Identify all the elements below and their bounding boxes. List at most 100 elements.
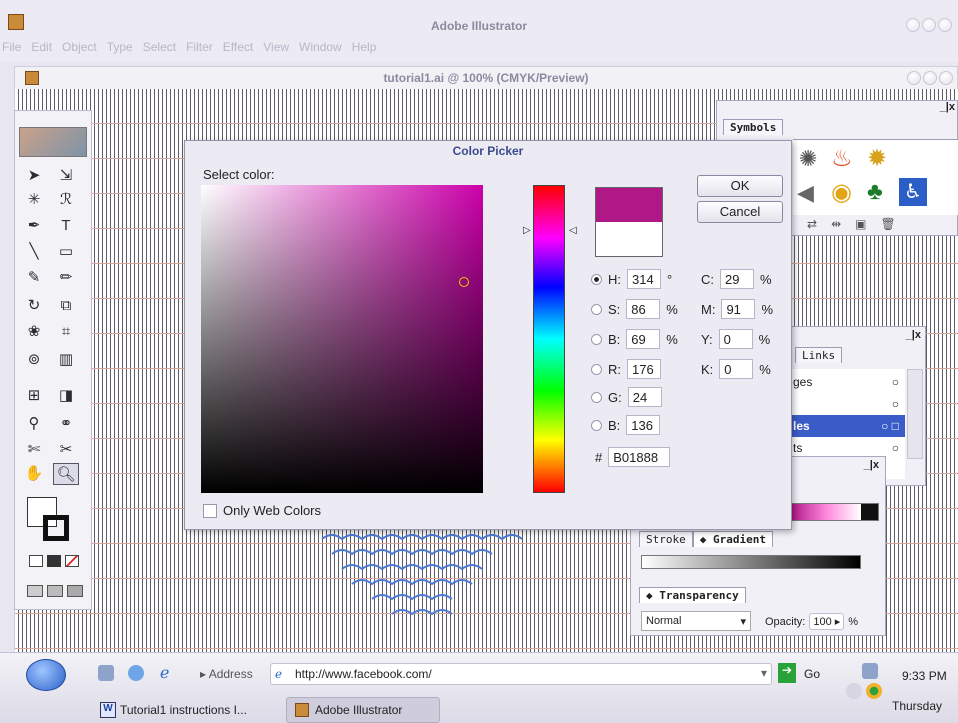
task-illustrator[interactable]: Adobe Illustrator xyxy=(286,697,440,723)
blue-radio[interactable] xyxy=(591,419,602,431)
blend-mode-select[interactable]: Normal ▾ xyxy=(641,611,751,631)
screen-mode-full-menu-button[interactable] xyxy=(47,585,63,597)
green-radio[interactable] xyxy=(591,391,602,403)
minimize-button[interactable] xyxy=(906,18,920,32)
opacity-field[interactable]: 100 ▸ xyxy=(809,613,845,630)
black-field[interactable]: 0 xyxy=(719,359,754,379)
color-mode-button[interactable] xyxy=(29,555,43,567)
cyan-field[interactable]: 29 xyxy=(720,269,754,289)
screen-mode-standard-button[interactable] xyxy=(27,585,43,597)
color-field-cursor[interactable] xyxy=(459,277,469,287)
green-field[interactable]: 24 xyxy=(627,387,662,407)
hue-field[interactable]: 314 xyxy=(627,269,661,289)
doc-maximize-button[interactable] xyxy=(923,71,937,85)
magic-wand-tool-icon[interactable]: ✳ xyxy=(21,189,47,211)
doc-close-button[interactable] xyxy=(939,71,953,85)
none-mode-button[interactable] xyxy=(65,555,79,567)
menu-edit[interactable]: Edit xyxy=(31,40,52,56)
scale-tool-icon[interactable]: ⧉ xyxy=(53,295,79,317)
type-tool-icon[interactable]: T xyxy=(53,215,79,237)
magenta-field[interactable]: 91 xyxy=(721,299,756,319)
go-arrow-icon[interactable]: ➔ xyxy=(778,663,796,683)
maximize-button[interactable] xyxy=(922,18,936,32)
doc-minimize-button[interactable] xyxy=(907,71,921,85)
menu-filter[interactable]: Filter xyxy=(186,40,213,56)
hue-radio[interactable] xyxy=(591,273,602,285)
tab-symbols[interactable]: Symbols xyxy=(723,119,784,135)
red-field[interactable]: 176 xyxy=(627,359,661,379)
delete-symbol-icon[interactable]: 🗑︎ xyxy=(880,217,895,235)
ok-button[interactable]: OK xyxy=(697,175,783,197)
blue-field[interactable]: 136 xyxy=(626,415,661,435)
red-radio[interactable] xyxy=(591,363,602,375)
menu-help[interactable]: Help xyxy=(352,40,377,56)
tab-stroke[interactable]: Stroke xyxy=(639,531,693,547)
close-button[interactable] xyxy=(938,18,952,32)
brightness-radio[interactable] xyxy=(591,333,602,345)
menu-object[interactable]: Object xyxy=(62,40,97,56)
mesh-tool-icon[interactable]: ⊞ xyxy=(21,385,47,407)
new-symbol-icon[interactable]: ▣ xyxy=(855,217,866,235)
go-button[interactable]: Go xyxy=(804,667,820,681)
pencil-tool-icon[interactable]: ✏ xyxy=(53,267,79,289)
symbol-fish-icon[interactable]: ◀ xyxy=(797,180,814,206)
gradient-bar[interactable] xyxy=(641,555,861,569)
menu-effect[interactable]: Effect xyxy=(223,40,253,56)
media-player-icon[interactable] xyxy=(128,665,144,681)
hex-field[interactable]: B01888 xyxy=(608,447,671,467)
gradient-tool-icon[interactable]: ◨ xyxy=(53,385,79,407)
layers-panel-menu-button[interactable]: _|x xyxy=(906,329,921,341)
chevron-down-icon[interactable]: ▾ xyxy=(761,666,767,680)
symbol-sprayer-tool-icon[interactable]: ⊚ xyxy=(21,349,47,371)
show-desktop-icon[interactable] xyxy=(98,665,114,681)
cancel-button[interactable]: Cancel xyxy=(697,201,783,223)
saturation-brightness-field[interactable] xyxy=(201,185,483,493)
visibility-icon[interactable]: ○ xyxy=(892,441,899,455)
eyedropper-tool-icon[interactable]: ⚲ xyxy=(21,413,47,435)
saturation-field[interactable]: 86 xyxy=(626,299,661,319)
selection-tool-icon[interactable]: ➤ xyxy=(21,165,47,187)
symbol-tree-icon[interactable]: ♣ xyxy=(867,178,883,206)
pen-tool-icon[interactable]: ✒ xyxy=(21,215,47,237)
lasso-tool-icon[interactable]: ℛ xyxy=(53,189,79,211)
blend-tool-icon[interactable]: ⚭ xyxy=(53,413,79,435)
hand-tool-icon[interactable]: ✋ xyxy=(21,463,47,485)
rotate-tool-icon[interactable]: ↻ xyxy=(21,295,47,317)
saturation-radio[interactable] xyxy=(591,303,602,315)
color-spectrum-bar[interactable] xyxy=(791,503,879,521)
stroke-swatch[interactable] xyxy=(43,515,69,541)
gradient-mode-button[interactable] xyxy=(47,555,61,567)
tab-links[interactable]: Links xyxy=(795,347,843,363)
symbol-lantern-icon[interactable]: ◉ xyxy=(831,178,852,207)
scissors-tool-icon[interactable]: ✂ xyxy=(53,439,79,461)
break-link-icon[interactable]: ⇹ xyxy=(831,217,841,235)
address-input[interactable]: ℯ http://www.facebook.com/ ▾ xyxy=(270,663,772,685)
menu-select[interactable]: Select xyxy=(143,40,176,56)
yellow-field[interactable]: 0 xyxy=(718,329,753,349)
visibility-icon[interactable]: ○ □ xyxy=(881,419,899,433)
tab-gradient[interactable]: ◆ Gradient xyxy=(692,531,773,547)
symbol-fire-icon[interactable]: ♨ xyxy=(831,144,853,173)
zoom-tool-icon[interactable]: 🔍︎ xyxy=(53,463,79,485)
artwork-pattern[interactable] xyxy=(317,529,527,629)
warp-tool-icon[interactable]: ❀ xyxy=(21,321,47,343)
browser-icon[interactable]: ℯ xyxy=(160,663,169,683)
line-tool-icon[interactable]: ╲ xyxy=(21,241,47,263)
brightness-field[interactable]: 69 xyxy=(626,329,661,349)
symbol-swirl-icon[interactable]: ✺ xyxy=(799,146,817,172)
menu-window[interactable]: Window xyxy=(299,40,342,56)
list-item[interactable]: ○ xyxy=(787,393,905,415)
menu-view[interactable]: View xyxy=(263,40,289,56)
rectangle-tool-icon[interactable]: ▭ xyxy=(53,241,79,263)
tab-transparency[interactable]: ◆ Transparency xyxy=(639,587,746,603)
symbol-sun-icon[interactable]: ✹ xyxy=(867,144,887,173)
menu-file[interactable]: File xyxy=(2,40,21,56)
visibility-icon[interactable]: ○ xyxy=(892,397,899,411)
list-item[interactable]: ges ○ xyxy=(787,371,905,393)
layers-scrollbar[interactable] xyxy=(907,369,923,459)
color-panel-menu-button[interactable]: _|x xyxy=(864,459,879,471)
hue-slider-left-arrow-icon[interactable]: ▷ xyxy=(523,225,531,236)
visibility-icon[interactable]: ○ xyxy=(892,375,899,389)
slice-tool-icon[interactable]: ✄ xyxy=(21,439,47,461)
graph-tool-icon[interactable]: ▥ xyxy=(53,349,79,371)
